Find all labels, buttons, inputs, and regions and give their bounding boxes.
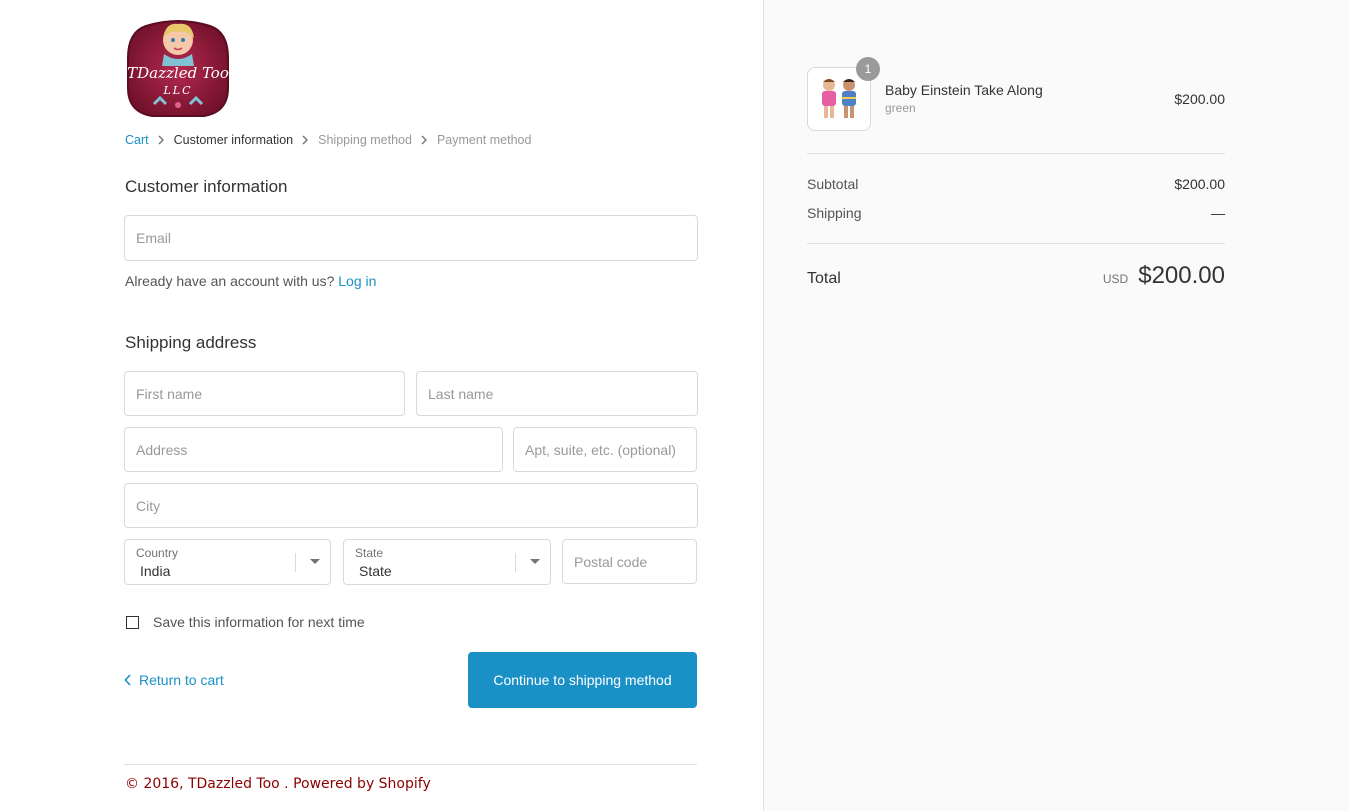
currency-code: USD xyxy=(1102,272,1129,286)
chevron-right-icon xyxy=(149,132,174,148)
return-to-cart-link[interactable]: Return to cart xyxy=(124,672,224,688)
continue-to-shipping-button[interactable]: Continue to shipping method xyxy=(468,652,697,708)
select-divider xyxy=(515,553,516,572)
footer-divider xyxy=(124,764,697,765)
save-info-label[interactable]: Save this information for next time xyxy=(153,614,365,630)
product-name: Baby Einstein Take Along xyxy=(885,82,1043,98)
summary-divider xyxy=(807,153,1225,154)
chevron-down-icon xyxy=(530,559,540,564)
last-name-input[interactable] xyxy=(417,372,697,415)
address-input[interactable] xyxy=(125,428,502,471)
product-variant: green xyxy=(885,101,916,115)
subtotal-value: $200.00 xyxy=(1174,176,1225,192)
login-link[interactable]: Log in xyxy=(338,273,376,289)
select-divider xyxy=(295,553,296,572)
checkout-main: TDazzled Too LLC Cart Customer informati… xyxy=(0,0,763,811)
save-info-row: Save this information for next time xyxy=(126,614,365,630)
country-select-value: India xyxy=(140,563,171,579)
city-input[interactable] xyxy=(125,484,697,527)
state-select-value: State xyxy=(359,563,392,579)
chevron-right-icon xyxy=(412,132,437,148)
quantity-badge: 1 xyxy=(856,57,880,81)
store-logo[interactable]: TDazzled Too LLC xyxy=(124,18,232,120)
breadcrumb-shipping-method: Shipping method xyxy=(318,133,412,147)
postal-code-input[interactable] xyxy=(563,540,696,583)
account-prompt-text: Already have an account with us? xyxy=(125,273,335,289)
summary-divider xyxy=(807,243,1225,244)
return-to-cart-label[interactable]: Return to cart xyxy=(139,672,224,688)
total-amount-group: USD $200.00 xyxy=(1103,262,1225,290)
save-info-checkbox[interactable] xyxy=(126,615,139,629)
state-select[interactable]: State State xyxy=(343,539,551,585)
subtotal-label: Subtotal xyxy=(807,176,859,192)
total-row: Total USD $200.00 xyxy=(807,262,1225,290)
email-field xyxy=(124,215,698,261)
footer-copyright: © 2016, TDazzled Too . Powered by Shopif… xyxy=(125,776,431,792)
breadcrumb: Cart Customer information Shipping metho… xyxy=(125,132,531,148)
email-input[interactable] xyxy=(125,216,697,260)
last-name-field xyxy=(416,371,698,416)
country-select-label: Country xyxy=(136,546,179,560)
shipping-row: Shipping — xyxy=(807,205,1225,221)
shipping-address-heading: Shipping address xyxy=(125,333,257,352)
breadcrumb-payment-method: Payment method xyxy=(436,133,532,147)
product-price: $200.00 xyxy=(1174,91,1225,107)
chevron-down-icon xyxy=(310,559,320,564)
logo-text-line1: TDazzled Too xyxy=(127,64,229,82)
breadcrumb-customer-information: Customer information xyxy=(173,133,294,147)
shipping-value: — xyxy=(1211,205,1225,221)
logo-text-line2: LLC xyxy=(162,84,192,97)
chevron-right-icon xyxy=(293,132,318,148)
apartment-field xyxy=(513,427,697,472)
address-field xyxy=(124,427,503,472)
account-prompt: Already have an account with us? Log in xyxy=(125,273,376,289)
postal-code-field xyxy=(562,539,697,584)
chevron-left-icon xyxy=(124,674,131,686)
city-field xyxy=(124,483,698,528)
subtotal-row: Subtotal $200.00 xyxy=(807,176,1225,192)
customer-information-heading: Customer information xyxy=(125,177,288,196)
breadcrumb-cart[interactable]: Cart xyxy=(125,133,149,147)
apartment-input[interactable] xyxy=(514,428,696,471)
total-label: Total xyxy=(807,270,841,287)
shipping-label: Shipping xyxy=(807,205,862,221)
first-name-input[interactable] xyxy=(125,372,404,415)
state-select-label: State xyxy=(355,546,384,560)
first-name-field xyxy=(124,371,405,416)
total-value: $200.00 xyxy=(1138,262,1225,289)
country-select[interactable]: Country India xyxy=(124,539,331,585)
